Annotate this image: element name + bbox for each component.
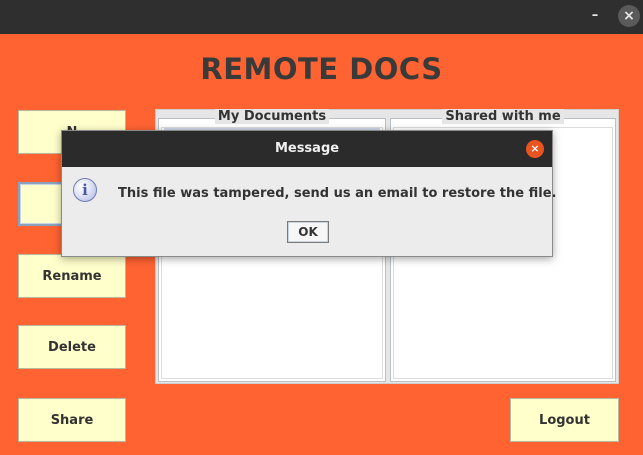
ok-button-label: OK — [298, 225, 318, 239]
delete-button[interactable]: Delete — [18, 325, 126, 369]
ok-button[interactable]: OK — [287, 221, 329, 243]
window-close-button[interactable]: × — [618, 5, 640, 27]
dialog-message: This file was tampered, send us an email… — [118, 186, 557, 201]
delete-button-label: Delete — [48, 339, 96, 355]
minimize-button[interactable]: – — [584, 5, 606, 27]
shared-with-me-title: Shared with me — [442, 109, 564, 124]
dialog-close-button[interactable]: × — [526, 140, 544, 158]
dialog-titlebar: Message × — [62, 131, 552, 167]
window-titlebar: – × — [0, 0, 643, 34]
share-button-label: Share — [50, 412, 94, 428]
app-title: REMOTE DOCS — [200, 52, 443, 86]
logout-button-label: Logout — [539, 412, 590, 428]
my-documents-title: My Documents — [214, 109, 330, 124]
info-icon: i — [73, 178, 97, 202]
logout-button[interactable]: Logout — [510, 398, 619, 442]
share-button[interactable]: Share — [18, 398, 126, 442]
rename-button[interactable]: Rename — [18, 254, 126, 298]
dialog-title: Message — [274, 141, 340, 156]
rename-button-label: Rename — [42, 268, 102, 284]
message-dialog: Message × i This file was tampered, send… — [61, 130, 557, 257]
